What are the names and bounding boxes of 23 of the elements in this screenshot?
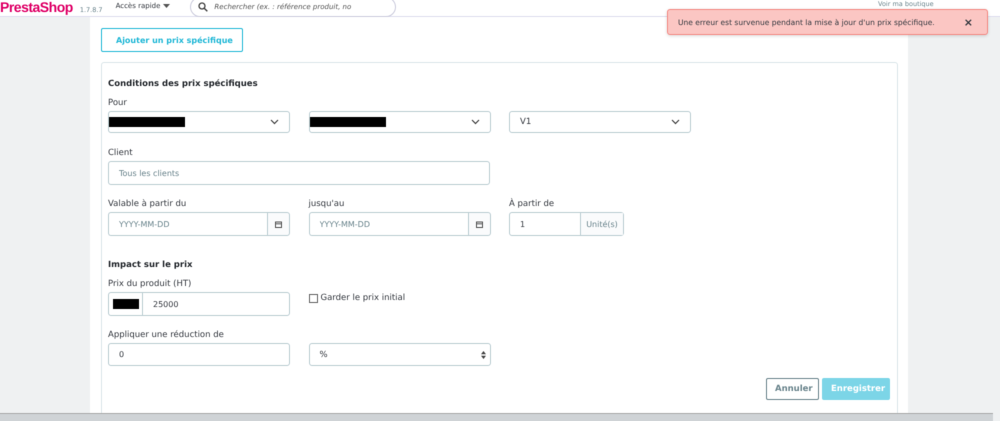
field-label: Prix du produit (HT) bbox=[108, 279, 192, 290]
field-label: À partir de bbox=[509, 199, 556, 210]
quantity-field[interactable]: 1 Unité(s) bbox=[509, 212, 624, 236]
date-field[interactable]: YYYY-MM-DD bbox=[108, 212, 267, 236]
section-title: Impact sur le prix bbox=[108, 260, 194, 270]
close-button[interactable]: × bbox=[960, 16, 977, 28]
date-field[interactable]: YYYY-MM-DD bbox=[308, 212, 468, 236]
keep-price-checkbox[interactable]: Garder le prix initial bbox=[308, 292, 406, 305]
cancel-button[interactable]: Annuler bbox=[766, 378, 819, 400]
select-value: V1 bbox=[520, 117, 532, 127]
client-field[interactable]: Tous les clients bbox=[108, 161, 490, 185]
logo[interactable]: PrestaShop bbox=[0, 0, 73, 15]
reduction-field[interactable]: 0 bbox=[108, 343, 290, 366]
unit-text: Unité(s) bbox=[580, 213, 623, 235]
field-label: jusqu'au bbox=[308, 199, 346, 210]
field-label: Client bbox=[108, 148, 134, 159]
field-label: Appliquer une réduction de bbox=[108, 330, 225, 341]
reduction-type-select[interactable]: % bbox=[308, 343, 490, 366]
field-label: Pour bbox=[108, 98, 128, 109]
select-field[interactable]: V1 bbox=[509, 111, 691, 133]
section-title: Conditions des prix spécifiques bbox=[108, 79, 259, 89]
field-label: Valable à partir du bbox=[108, 199, 188, 210]
price-field[interactable]: 25000 bbox=[108, 292, 290, 316]
